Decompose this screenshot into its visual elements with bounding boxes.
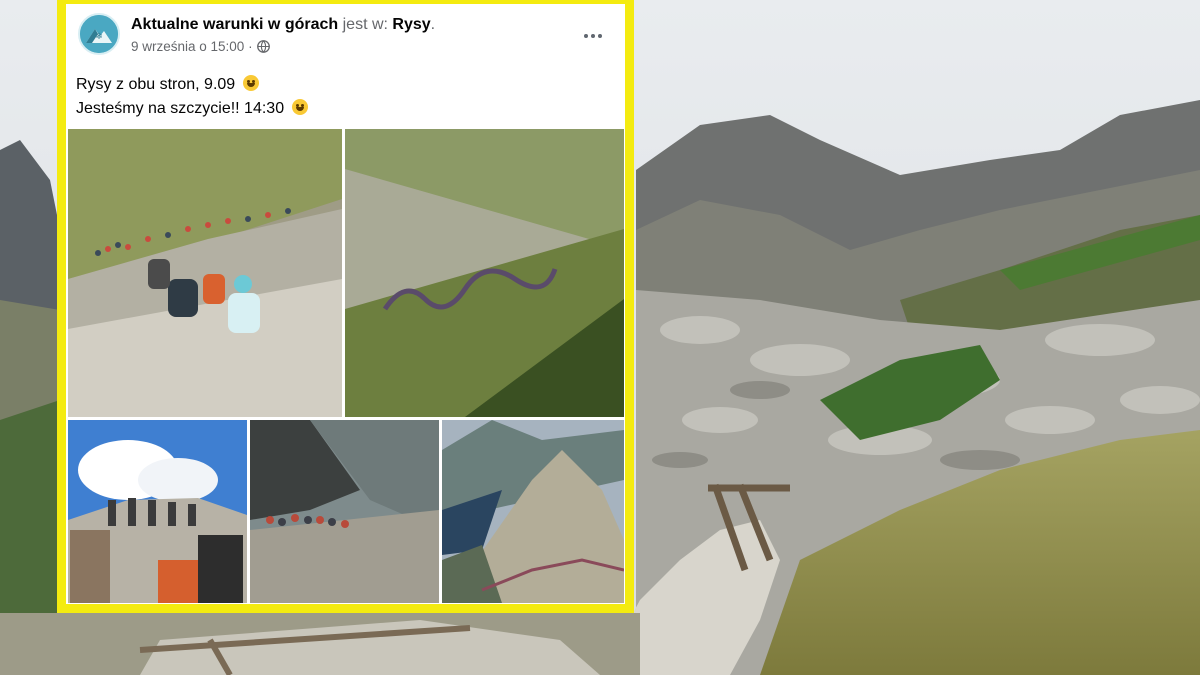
post-header: ❄ Aktualne warunki w górach jest w: Rysy… — [66, 4, 625, 66]
grinning-emoji-icon — [242, 75, 259, 91]
post-text-line-2: Jesteśmy na szczycie!! 14:30 — [76, 100, 285, 117]
post-text-line: Rysy z obu stron, 9.09 — [76, 73, 308, 97]
location-link[interactable]: Rysy — [392, 16, 430, 33]
post-text-line: Jesteśmy na szczycie!! 14:30 — [76, 97, 308, 121]
grinning-emoji-icon — [291, 99, 308, 115]
photo-ridge-hikers[interactable] — [250, 420, 439, 603]
location-prefix: jest w: — [342, 16, 388, 33]
post-meta: 9 września o 15:00 · — [131, 39, 270, 54]
highlighted-post: ❄ Aktualne warunki w górach jest w: Rysy… — [57, 0, 634, 613]
post-date-link[interactable]: 9 września o 15:00 · — [131, 39, 253, 54]
post-text: Rysy z obu stron, 9.09 Jesteśmy na szczy… — [76, 73, 308, 121]
location-suffix: . — [430, 16, 436, 33]
more-options-icon[interactable] — [579, 22, 607, 50]
page-name-link[interactable]: Aktualne warunki w górach — [131, 16, 338, 33]
globe-icon — [256, 40, 270, 53]
svg-text:❄: ❄ — [95, 32, 103, 42]
photo-ridge-lake-view[interactable] — [442, 420, 624, 603]
post-author-line: Aktualne warunki w górach jest w: Rysy. — [131, 16, 435, 34]
post-text-line-1: Rysy z obu stron, 9.09 — [76, 76, 236, 93]
photo-summit-crowd[interactable] — [68, 420, 247, 603]
page-logo-icon[interactable]: ❄ — [78, 13, 120, 55]
photo-queue-on-slope[interactable] — [345, 129, 624, 417]
photo-hikers-climbing-chains[interactable] — [68, 129, 342, 417]
